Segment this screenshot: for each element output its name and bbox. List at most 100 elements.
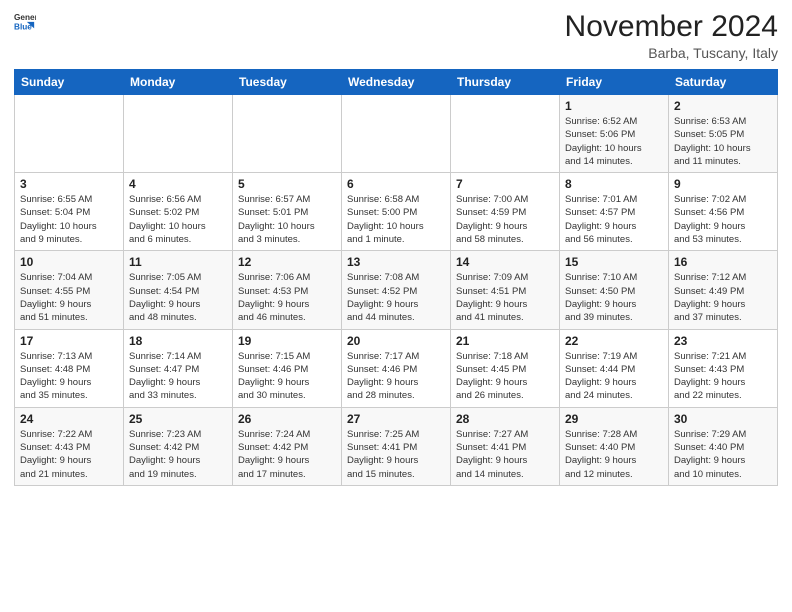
day-info: Sunrise: 7:04 AM Sunset: 4:55 PM Dayligh… [20, 271, 118, 324]
day-cell: 22 Sunrise: 7:19 AM Sunset: 4:44 PM Dayli… [560, 329, 669, 407]
day-number: 16 [674, 255, 772, 269]
day-info: Sunrise: 7:27 AM Sunset: 4:41 PM Dayligh… [456, 428, 554, 481]
calendar-page: General Blue November 2024 Barba, Tuscan… [0, 0, 792, 612]
day-number: 2 [674, 99, 772, 113]
day-cell [233, 95, 342, 173]
day-info: Sunrise: 7:09 AM Sunset: 4:51 PM Dayligh… [456, 271, 554, 324]
day-info: Sunrise: 6:56 AM Sunset: 5:02 PM Dayligh… [129, 193, 227, 246]
day-info: Sunrise: 7:18 AM Sunset: 4:45 PM Dayligh… [456, 350, 554, 403]
day-cell: 21 Sunrise: 7:18 AM Sunset: 4:45 PM Dayli… [451, 329, 560, 407]
day-number: 21 [456, 334, 554, 348]
day-number: 5 [238, 177, 336, 191]
day-number: 27 [347, 412, 445, 426]
day-cell: 1Sunrise: 6:52 AM Sunset: 5:06 PM Daylig… [560, 95, 669, 173]
day-number: 12 [238, 255, 336, 269]
day-cell: 29 Sunrise: 7:28 AM Sunset: 4:40 PM Dayli… [560, 407, 669, 485]
day-cell: 30 Sunrise: 7:29 AM Sunset: 4:40 PM Dayli… [669, 407, 778, 485]
day-cell: 11 Sunrise: 7:05 AM Sunset: 4:54 PM Dayli… [124, 251, 233, 329]
day-cell: 17 Sunrise: 7:13 AM Sunset: 4:48 PM Dayli… [15, 329, 124, 407]
weekday-header-row: SundayMondayTuesdayWednesdayThursdayFrid… [15, 70, 778, 95]
day-info: Sunrise: 6:53 AM Sunset: 5:05 PM Dayligh… [674, 115, 772, 168]
day-info: Sunrise: 6:58 AM Sunset: 5:00 PM Dayligh… [347, 193, 445, 246]
page-header: General Blue November 2024 Barba, Tuscan… [14, 10, 778, 61]
day-cell: 20 Sunrise: 7:17 AM Sunset: 4:46 PM Dayli… [342, 329, 451, 407]
day-number: 20 [347, 334, 445, 348]
day-number: 23 [674, 334, 772, 348]
day-number: 30 [674, 412, 772, 426]
logo: General Blue [14, 10, 36, 32]
day-cell: 16 Sunrise: 7:12 AM Sunset: 4:49 PM Dayli… [669, 251, 778, 329]
day-info: Sunrise: 7:23 AM Sunset: 4:42 PM Dayligh… [129, 428, 227, 481]
day-cell: 19 Sunrise: 7:15 AM Sunset: 4:46 PM Dayli… [233, 329, 342, 407]
day-number: 17 [20, 334, 118, 348]
location-title: Barba, Tuscany, Italy [565, 45, 778, 61]
day-cell: 25 Sunrise: 7:23 AM Sunset: 4:42 PM Dayli… [124, 407, 233, 485]
day-info: Sunrise: 6:55 AM Sunset: 5:04 PM Dayligh… [20, 193, 118, 246]
day-info: Sunrise: 7:15 AM Sunset: 4:46 PM Dayligh… [238, 350, 336, 403]
day-cell: 3Sunrise: 6:55 AM Sunset: 5:04 PM Daylig… [15, 173, 124, 251]
day-info: Sunrise: 7:19 AM Sunset: 4:44 PM Dayligh… [565, 350, 663, 403]
day-cell: 12 Sunrise: 7:06 AM Sunset: 4:53 PM Dayli… [233, 251, 342, 329]
week-row-1: 3Sunrise: 6:55 AM Sunset: 5:04 PM Daylig… [15, 173, 778, 251]
day-cell: 6Sunrise: 6:58 AM Sunset: 5:00 PM Daylig… [342, 173, 451, 251]
day-cell: 28 Sunrise: 7:27 AM Sunset: 4:41 PM Dayli… [451, 407, 560, 485]
day-number: 24 [20, 412, 118, 426]
day-number: 26 [238, 412, 336, 426]
day-info: Sunrise: 7:13 AM Sunset: 4:48 PM Dayligh… [20, 350, 118, 403]
day-info: Sunrise: 7:21 AM Sunset: 4:43 PM Dayligh… [674, 350, 772, 403]
day-info: Sunrise: 7:24 AM Sunset: 4:42 PM Dayligh… [238, 428, 336, 481]
day-info: Sunrise: 7:05 AM Sunset: 4:54 PM Dayligh… [129, 271, 227, 324]
day-cell: 9Sunrise: 7:02 AM Sunset: 4:56 PM Daylig… [669, 173, 778, 251]
week-row-3: 17 Sunrise: 7:13 AM Sunset: 4:48 PM Dayli… [15, 329, 778, 407]
day-info: Sunrise: 7:10 AM Sunset: 4:50 PM Dayligh… [565, 271, 663, 324]
svg-text:Blue: Blue [14, 22, 32, 31]
day-info: Sunrise: 7:00 AM Sunset: 4:59 PM Dayligh… [456, 193, 554, 246]
day-number: 25 [129, 412, 227, 426]
day-cell: 7Sunrise: 7:00 AM Sunset: 4:59 PM Daylig… [451, 173, 560, 251]
day-cell: 4 Sunrise: 6:56 AM Sunset: 5:02 PM Daylig… [124, 173, 233, 251]
title-block: November 2024 Barba, Tuscany, Italy [565, 10, 778, 61]
day-number: 28 [456, 412, 554, 426]
day-number: 18 [129, 334, 227, 348]
day-cell: 2 Sunrise: 6:53 AM Sunset: 5:05 PM Daylig… [669, 95, 778, 173]
weekday-header-monday: Monday [124, 70, 233, 95]
logo-icon: General Blue [14, 10, 36, 32]
day-cell: 14Sunrise: 7:09 AM Sunset: 4:51 PM Dayli… [451, 251, 560, 329]
day-info: Sunrise: 7:06 AM Sunset: 4:53 PM Dayligh… [238, 271, 336, 324]
day-cell: 15 Sunrise: 7:10 AM Sunset: 4:50 PM Dayli… [560, 251, 669, 329]
day-cell: 26 Sunrise: 7:24 AM Sunset: 4:42 PM Dayli… [233, 407, 342, 485]
day-number: 10 [20, 255, 118, 269]
day-cell: 27Sunrise: 7:25 AM Sunset: 4:41 PM Dayli… [342, 407, 451, 485]
day-cell: 10 Sunrise: 7:04 AM Sunset: 4:55 PM Dayli… [15, 251, 124, 329]
weekday-header-saturday: Saturday [669, 70, 778, 95]
day-info: Sunrise: 7:22 AM Sunset: 4:43 PM Dayligh… [20, 428, 118, 481]
day-number: 4 [129, 177, 227, 191]
day-info: Sunrise: 7:29 AM Sunset: 4:40 PM Dayligh… [674, 428, 772, 481]
weekday-header-friday: Friday [560, 70, 669, 95]
day-number: 13 [347, 255, 445, 269]
weekday-header-sunday: Sunday [15, 70, 124, 95]
day-info: Sunrise: 7:28 AM Sunset: 4:40 PM Dayligh… [565, 428, 663, 481]
week-row-4: 24 Sunrise: 7:22 AM Sunset: 4:43 PM Dayli… [15, 407, 778, 485]
day-info: Sunrise: 7:12 AM Sunset: 4:49 PM Dayligh… [674, 271, 772, 324]
day-cell [124, 95, 233, 173]
day-info: Sunrise: 7:17 AM Sunset: 4:46 PM Dayligh… [347, 350, 445, 403]
day-number: 22 [565, 334, 663, 348]
weekday-header-wednesday: Wednesday [342, 70, 451, 95]
day-cell: 24 Sunrise: 7:22 AM Sunset: 4:43 PM Dayli… [15, 407, 124, 485]
day-cell: 5 Sunrise: 6:57 AM Sunset: 5:01 PM Daylig… [233, 173, 342, 251]
day-cell [342, 95, 451, 173]
week-row-2: 10 Sunrise: 7:04 AM Sunset: 4:55 PM Dayli… [15, 251, 778, 329]
week-row-0: 1Sunrise: 6:52 AM Sunset: 5:06 PM Daylig… [15, 95, 778, 173]
day-info: Sunrise: 6:57 AM Sunset: 5:01 PM Dayligh… [238, 193, 336, 246]
day-number: 29 [565, 412, 663, 426]
day-cell: 23 Sunrise: 7:21 AM Sunset: 4:43 PM Dayli… [669, 329, 778, 407]
day-number: 19 [238, 334, 336, 348]
day-cell [451, 95, 560, 173]
svg-text:General: General [14, 13, 36, 22]
day-number: 11 [129, 255, 227, 269]
day-number: 15 [565, 255, 663, 269]
month-title: November 2024 [565, 10, 778, 43]
day-info: Sunrise: 7:14 AM Sunset: 4:47 PM Dayligh… [129, 350, 227, 403]
day-cell: 8Sunrise: 7:01 AM Sunset: 4:57 PM Daylig… [560, 173, 669, 251]
